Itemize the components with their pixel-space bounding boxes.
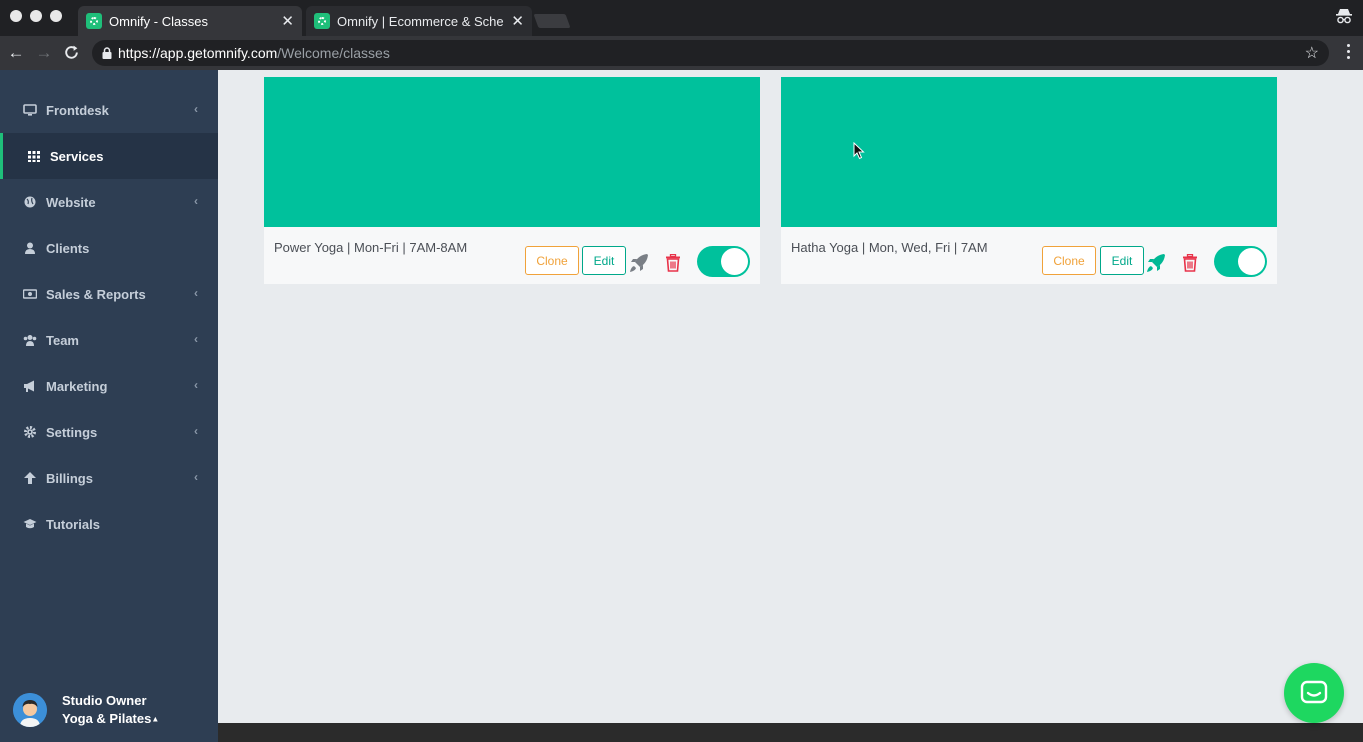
tab-title: Omnify - Classes [109,13,208,29]
browser-toolbar: ← → https://app.getomnify.com/Welcome/cl… [0,36,1363,70]
incognito-icon [1336,9,1352,24]
omnify-favicon-icon [86,13,102,29]
clone-button[interactable]: Clone [525,246,579,275]
megaphone-icon [24,380,34,392]
arrow-up-icon [24,472,36,484]
rocket-publish-icon[interactable] [1145,252,1167,274]
team-icon [23,335,37,346]
money-icon [23,289,37,299]
lock-icon [102,47,112,59]
delete-trash-icon[interactable] [1182,254,1198,272]
new-tab-button[interactable] [533,14,571,28]
main-content: Power Yoga | Mon-Fri | 7AM-8AM Clone Edi… [218,70,1363,723]
caret-up-icon[interactable]: ▲ [151,714,159,723]
sidebar-item-label: Clients [46,240,90,256]
edit-button[interactable]: Edit [1100,246,1144,275]
sidebar-item-label: Frontdesk [46,102,109,118]
bottom-status-strip [218,723,1363,742]
sidebar-item-tutorials[interactable]: Tutorials [0,501,218,547]
user-icon [25,242,35,254]
chevron-left-icon: ‹ [194,378,198,392]
sidebar-item-label: Services [50,148,104,164]
chevron-left-icon: ‹ [194,102,198,116]
sidebar-item-label: Tutorials [46,516,100,532]
class-enabled-toggle[interactable] [1214,246,1267,277]
tab-close-icon[interactable]: ✕ [281,14,294,29]
clone-button[interactable]: Clone [1042,246,1096,275]
chat-icon [1300,680,1328,704]
sidebar-item-marketing[interactable]: Marketing ‹ [0,363,218,409]
class-card-banner[interactable] [264,77,760,227]
gear-icon [24,426,36,438]
window-zoom-button[interactable] [50,10,62,22]
class-card-hatha-yoga: Hatha Yoga | Mon, Wed, Fri | 7AM Clone E… [781,77,1277,284]
edit-button[interactable]: Edit [582,246,626,275]
avatar-illustration-icon [13,693,47,727]
browser-tabstrip: Omnify - Classes ✕ Omnify | Ecommerce & … [0,0,1363,36]
sidebar-item-clients[interactable]: Clients [0,225,218,271]
sidebar-item-label: Settings [46,424,98,440]
back-arrow-icon[interactable]: ← [6,43,26,63]
globe-icon [24,196,36,208]
chevron-left-icon: ‹ [194,424,198,438]
sidebar-item-label: Website [46,194,96,210]
address-bar[interactable]: https://app.getomnify.com/Welcome/classe… [92,40,1329,66]
chevron-left-icon: ‹ [194,286,198,300]
browser-tab-ecommerce[interactable]: Omnify | Ecommerce & Schedu ✕ [306,6,532,36]
mouse-pointer-icon [853,142,865,160]
monitor-icon [23,104,37,116]
sidebar-item-label: Sales & Reports [46,286,146,302]
user-name: Studio Owner [62,692,147,708]
browser-menu-icon[interactable] [1347,44,1351,62]
tab-title: Omnify | Ecommerce & Schedu [337,13,504,29]
window-minimize-button[interactable] [30,10,42,22]
reload-icon[interactable] [63,44,80,61]
chat-widget-button[interactable] [1284,663,1344,723]
grid-icon [28,151,40,162]
sidebar-item-services[interactable]: Services [0,133,218,179]
sidebar-item-label: Team [46,332,79,348]
chevron-left-icon: ‹ [194,194,198,208]
sidebar: Frontdesk ‹ Services Website ‹ Clients S… [0,70,218,742]
rocket-publish-icon[interactable] [628,252,650,274]
sidebar-item-billings[interactable]: Billings ‹ [0,455,218,501]
forward-arrow-icon[interactable]: → [34,43,54,63]
url-path: /Welcome/classes [277,45,390,61]
avatar [13,693,47,727]
sidebar-item-sales-reports[interactable]: Sales & Reports ‹ [0,271,218,317]
sidebar-item-label: Marketing [46,378,108,394]
browser-tab-classes[interactable]: Omnify - Classes ✕ [78,6,302,36]
class-enabled-toggle[interactable] [697,246,750,277]
class-card-title: Power Yoga | Mon-Fri | 7AM-8AM [274,240,468,255]
studio-name: Yoga & Pilates [62,710,152,726]
class-card-title: Hatha Yoga | Mon, Wed, Fri | 7AM [791,240,988,255]
tab-close-icon[interactable]: ✕ [511,14,524,29]
bookmark-star-icon[interactable]: ☆ [1305,43,1319,63]
chevron-left-icon: ‹ [194,332,198,346]
delete-trash-icon[interactable] [665,254,681,272]
window-close-button[interactable] [10,10,22,22]
sidebar-item-label: Billings [46,470,93,486]
class-card-power-yoga: Power Yoga | Mon-Fri | 7AM-8AM Clone Edi… [264,77,760,284]
user-profile-menu[interactable]: Studio Owner Yoga & Pilates▲ [0,678,218,742]
omnify-favicon-icon [314,13,330,29]
sidebar-item-settings[interactable]: Settings ‹ [0,409,218,455]
graduation-cap-icon [23,519,37,529]
url-host: https://app.getomnify.com [118,45,278,61]
sidebar-item-frontdesk[interactable]: Frontdesk ‹ [0,87,218,133]
sidebar-item-website[interactable]: Website ‹ [0,179,218,225]
sidebar-item-team[interactable]: Team ‹ [0,317,218,363]
chevron-left-icon: ‹ [194,470,198,484]
